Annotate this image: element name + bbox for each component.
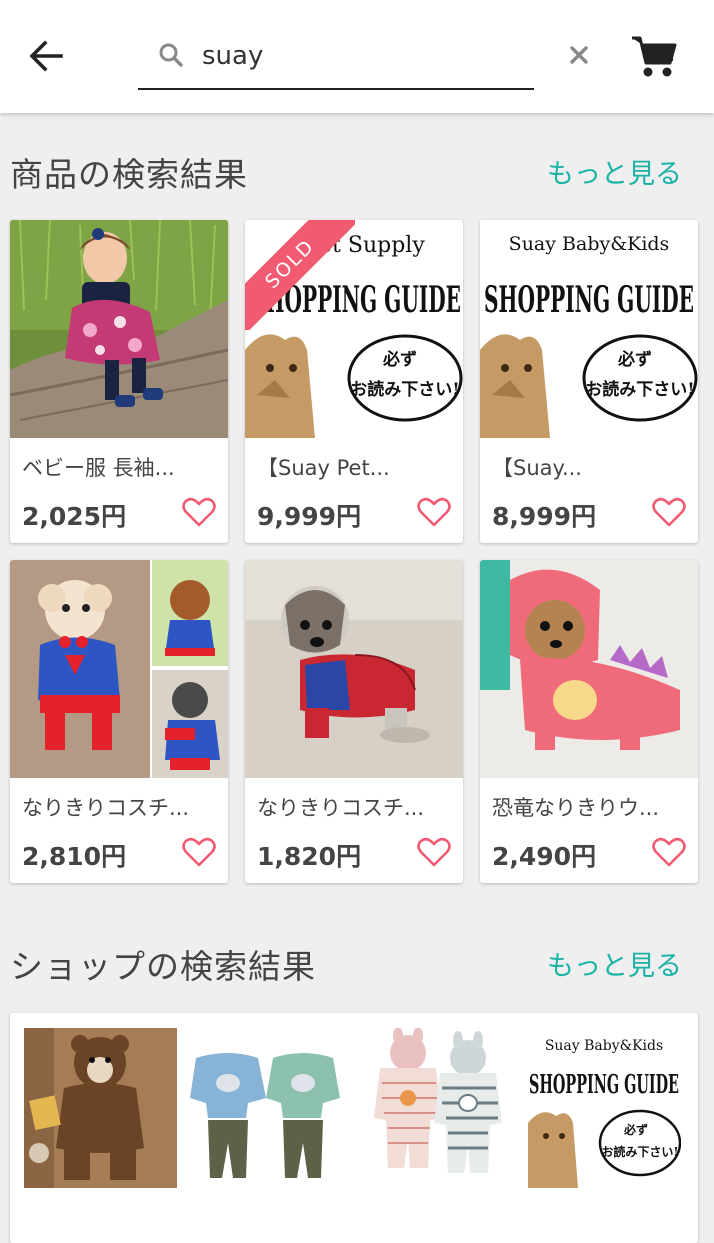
- heart-icon[interactable]: [182, 836, 216, 868]
- guide-bubble-line1: 必ず: [617, 349, 652, 370]
- product-card[interactable]: ベビー服 長袖... 2,025円: [10, 220, 228, 543]
- shop-product-image: [24, 1028, 177, 1188]
- shop-product-image: [360, 1028, 513, 1188]
- guide-header-text: Suay Baby&Kids: [545, 1038, 663, 1054]
- shop-product-image: [188, 1028, 341, 1188]
- product-name: 【Suay Pet...: [257, 456, 390, 480]
- guide-headline: SHOPPING GUIDE: [251, 279, 461, 321]
- guide-bubble-line1: 必ず: [623, 1122, 648, 1137]
- guide-header-text: Suay Baby&Kids: [509, 233, 670, 255]
- heart-icon[interactable]: [417, 496, 451, 528]
- product-name: 【Suay...: [492, 456, 582, 480]
- search-bar: [138, 26, 588, 90]
- shopping-cart-icon: [632, 36, 677, 77]
- product-name: なりきりコスチ...: [257, 796, 425, 820]
- app-header: [0, 0, 714, 113]
- heart-icon[interactable]: [182, 496, 216, 528]
- search-input[interactable]: [202, 36, 472, 76]
- product-image: [10, 220, 228, 438]
- product-card[interactable]: Pet Supply SHOPPING GUIDE 必ず お読み下さい! SOL…: [245, 220, 463, 543]
- guide-headline: SHOPPING GUIDE: [529, 1070, 679, 1100]
- products-section-title: 商品の検索結果: [10, 155, 248, 194]
- close-icon: [570, 46, 588, 64]
- product-price: 9,999円: [257, 502, 362, 531]
- shops-section-title: ショップの検索結果: [10, 947, 316, 986]
- product-name: なりきりコスチ...: [22, 796, 190, 820]
- arrow-left-icon: [29, 40, 63, 72]
- guide-headline: SHOPPING GUIDE: [484, 279, 694, 321]
- shop-product-image: Suay Baby&Kids SHOPPING GUIDE 必ず お読み下さい!: [528, 1028, 681, 1188]
- product-card[interactable]: なりきりコスチ... 1,820円: [245, 560, 463, 883]
- guide-header-text: Pet Supply: [305, 233, 425, 258]
- product-card[interactable]: Suay Baby&Kids SHOPPING GUIDE 必ず お読み下さい!…: [480, 220, 698, 543]
- guide-bubble-line2: お読み下さい!: [350, 379, 459, 400]
- heart-icon[interactable]: [652, 496, 686, 528]
- shop-card[interactable]: Suay Baby&Kids SHOPPING GUIDE 必ず お読み下さい!: [10, 1013, 698, 1243]
- product-price: 2,490円: [492, 842, 597, 871]
- guide-bubble-line1: 必ず: [382, 349, 417, 370]
- shops-more-link[interactable]: もっと見る: [547, 944, 682, 983]
- product-name: 恐竜なりきりウ...: [492, 796, 660, 820]
- product-price: 1,820円: [257, 842, 362, 871]
- products-section-header: 商品の検索結果 もっと見る: [0, 140, 714, 200]
- product-image: [245, 560, 463, 778]
- product-card[interactable]: なりきりコスチ... 2,810円: [10, 560, 228, 883]
- product-card[interactable]: 恐竜なりきりウ... 2,490円: [480, 560, 698, 883]
- product-price: 8,999円: [492, 502, 597, 531]
- heart-icon[interactable]: [417, 836, 451, 868]
- shops-section-header: ショップの検索結果 もっと見る: [0, 932, 714, 992]
- product-image: [480, 560, 698, 778]
- guide-bubble-line2: お読み下さい!: [601, 1144, 678, 1159]
- search-icon: [159, 43, 183, 67]
- product-price: 2,025円: [22, 502, 127, 531]
- product-image: Pet Supply SHOPPING GUIDE 必ず お読み下さい! SOL…: [245, 220, 463, 438]
- products-more-link[interactable]: もっと見る: [547, 152, 682, 191]
- back-button[interactable]: [22, 32, 70, 80]
- guide-bubble-line2: お読み下さい!: [585, 379, 694, 400]
- product-price: 2,810円: [22, 842, 127, 871]
- heart-icon[interactable]: [652, 836, 686, 868]
- product-image: [10, 560, 228, 778]
- clear-search-button[interactable]: [564, 40, 594, 70]
- product-image: Suay Baby&Kids SHOPPING GUIDE 必ず お読み下さい!: [480, 220, 698, 438]
- product-name: ベビー服 長袖...: [22, 456, 175, 480]
- cart-button[interactable]: [630, 34, 678, 78]
